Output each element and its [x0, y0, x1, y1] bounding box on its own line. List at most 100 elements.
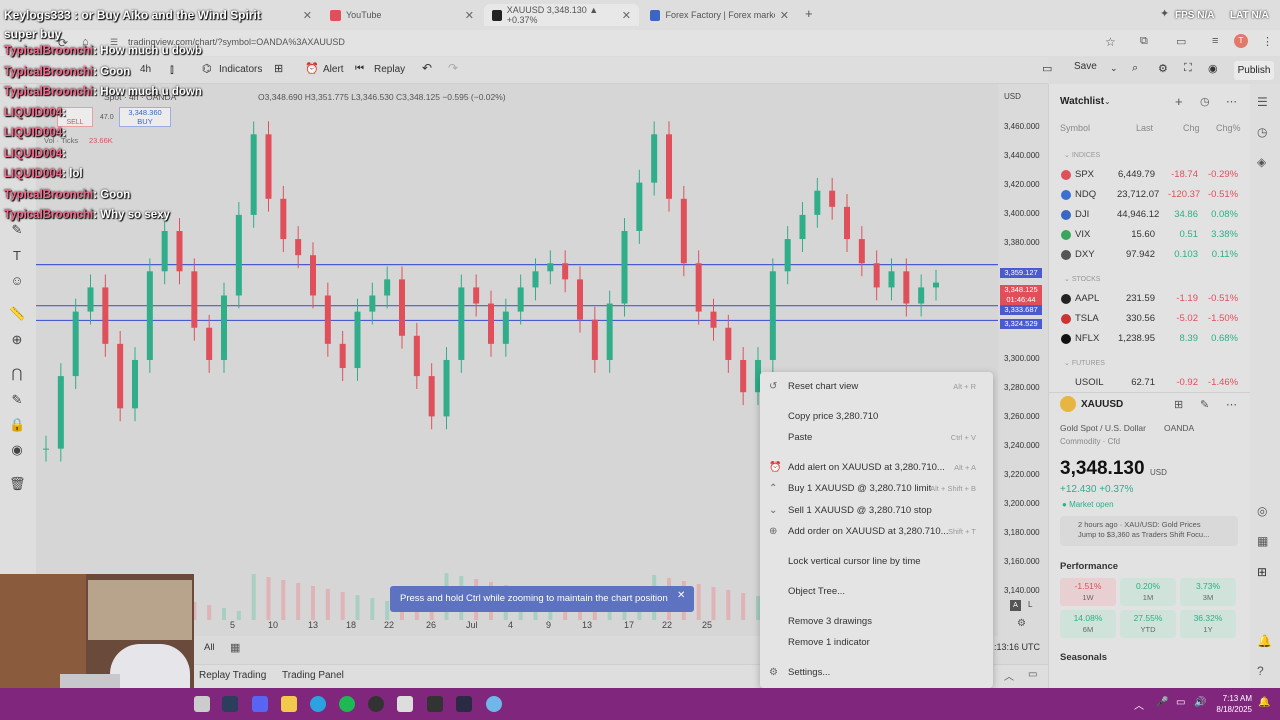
- chevron-down-icon[interactable]: ⌄: [1104, 97, 1111, 106]
- watchlist-title[interactable]: Watchlist: [1060, 96, 1104, 107]
- notifications-icon[interactable]: 🔔: [1258, 697, 1270, 708]
- replay-trading-tab[interactable]: Replay Trading: [199, 670, 266, 681]
- bell-icon[interactable]: 🔔: [1257, 634, 1272, 648]
- trash-icon[interactable]: 🗑: [9, 476, 26, 492]
- lock-drawings-icon[interactable]: ✎: [9, 392, 25, 408]
- tab-forexfactory[interactable]: Forex Factory | Forex markets f ✕: [642, 4, 797, 26]
- context-menu-item[interactable]: Add order on XAUUSD at 3,280.710... Shift…: [788, 526, 988, 537]
- target-icon[interactable]: ◎: [1257, 504, 1267, 518]
- magnet-icon[interactable]: ⋂: [9, 366, 25, 382]
- apps-grid-icon[interactable]: ⊞: [1257, 565, 1267, 579]
- brush-icon[interactable]: ✎: [9, 222, 25, 238]
- performance-tile[interactable]: -1.51% 1W: [1060, 578, 1116, 606]
- log-scale-button[interactable]: L: [1028, 600, 1032, 609]
- performance-tile[interactable]: 27.55% YTD: [1120, 610, 1176, 638]
- ruler-icon[interactable]: 📏: [9, 306, 25, 322]
- context-menu-item[interactable]: Object Tree...: [788, 586, 988, 597]
- chevron-up-icon[interactable]: ︿: [1004, 668, 1014, 683]
- chevron-up-icon[interactable]: ︿: [1134, 697, 1144, 712]
- close-icon[interactable]: ✕: [303, 9, 312, 22]
- search-icon[interactable]: ⌕: [1132, 62, 1138, 75]
- extensions-icon[interactable]: ⧉: [1140, 35, 1148, 48]
- tab-youtube[interactable]: YouTube ✕: [322, 4, 482, 26]
- context-menu-item[interactable]: Remove 1 indicator: [788, 637, 988, 648]
- emoji-icon[interactable]: ☺: [9, 273, 25, 289]
- downloads-icon[interactable]: ≡: [1212, 35, 1218, 47]
- tab-xauusd[interactable]: XAUUSD 3,348.130 ▲ +0.37% ✕: [484, 4, 639, 26]
- trading-panel-tab[interactable]: Trading Panel: [282, 670, 344, 681]
- layout-icon[interactable]: ▭: [1042, 62, 1052, 75]
- more-icon[interactable]: ⋯: [1226, 398, 1237, 411]
- context-menu-item[interactable]: Add alert on XAUUSD at 3,280.710... Alt +…: [788, 462, 988, 473]
- publish-button[interactable]: Publish: [1234, 61, 1274, 80]
- section-futures[interactable]: ⌄ FUTURES: [1064, 359, 1105, 367]
- candle-type-icon[interactable]: ⫾: [170, 62, 174, 77]
- chevron-down-icon[interactable]: ⌄: [1110, 63, 1118, 74]
- section-indices[interactable]: ⌄ INDICES: [1064, 151, 1100, 159]
- eye-icon[interactable]: ◉: [9, 442, 25, 458]
- profile-avatar[interactable]: T: [1234, 34, 1248, 48]
- app-icon[interactable]: [486, 696, 502, 712]
- performance-tile[interactable]: 14.08% 6M: [1060, 610, 1116, 638]
- layout-grid-icon[interactable]: ⊞: [1174, 398, 1183, 411]
- spotify-icon[interactable]: [339, 696, 355, 712]
- mic-icon[interactable]: 🎤: [1156, 697, 1168, 708]
- column-header-symbol[interactable]: Symbol: [1060, 123, 1090, 133]
- edit-icon[interactable]: ✎: [1200, 398, 1209, 411]
- column-header-chg-pct[interactable]: Chg%: [1216, 123, 1241, 133]
- chart-icon[interactable]: ◷: [1200, 95, 1210, 108]
- lock-icon[interactable]: 🔒: [9, 417, 25, 433]
- alert-button[interactable]: Alert: [323, 64, 344, 75]
- zoom-in-icon[interactable]: ⊕: [9, 332, 25, 348]
- obs-icon[interactable]: [368, 696, 384, 712]
- volume-icon[interactable]: 🔊: [1194, 697, 1206, 708]
- settings-app-icon[interactable]: [397, 696, 413, 712]
- sidebar-icon[interactable]: ▭: [1176, 35, 1186, 48]
- details-symbol[interactable]: XAUUSD: [1081, 399, 1123, 410]
- close-icon[interactable]: ✕: [780, 9, 789, 22]
- tradingview-app-icon[interactable]: [456, 696, 472, 712]
- watchlist-icon[interactable]: ☰: [1257, 95, 1268, 109]
- add-symbol-icon[interactable]: +: [1175, 94, 1183, 109]
- context-menu-item[interactable]: Copy price 3,280.710: [788, 411, 988, 422]
- calendar-icon[interactable]: ▦: [230, 641, 240, 654]
- redo-icon[interactable]: ↷: [448, 61, 458, 75]
- context-menu-item[interactable]: Buy 1 XAUUSD @ 3,280.710 limit Alt + Shif…: [788, 483, 988, 494]
- section-stocks[interactable]: ⌄ STOCKS: [1064, 275, 1100, 283]
- layers-icon[interactable]: ◈: [1257, 155, 1266, 169]
- close-icon[interactable]: ✕: [622, 9, 631, 22]
- save-button[interactable]: Save: [1074, 61, 1097, 72]
- details-name[interactable]: Gold Spot / U.S. Dollar: [1060, 423, 1146, 433]
- close-icon[interactable]: ✕: [465, 9, 474, 22]
- maximize-icon[interactable]: ▭: [1028, 669, 1037, 680]
- taskbar-clock[interactable]: 7:13 AM 8/18/2025: [1214, 693, 1252, 715]
- camera-icon[interactable]: ◉: [1208, 62, 1218, 75]
- gear-icon[interactable]: ⚙: [1017, 618, 1026, 629]
- interval-button[interactable]: 4h: [140, 64, 151, 75]
- app-icon[interactable]: [427, 696, 443, 712]
- performance-tile[interactable]: 3.73% 3M: [1180, 578, 1236, 606]
- context-menu-item[interactable]: Paste Ctrl + V: [788, 432, 988, 443]
- fullscreen-icon[interactable]: ⛶: [1184, 62, 1192, 75]
- steam-icon[interactable]: [222, 696, 238, 712]
- menu-icon[interactable]: ⋮: [1262, 35, 1273, 48]
- help-icon[interactable]: ?: [1257, 664, 1264, 678]
- close-icon[interactable]: ✕: [677, 590, 685, 601]
- performance-tile[interactable]: 0.20% 1M: [1120, 578, 1176, 606]
- buy-button[interactable]: 3,348.360 BUY: [119, 107, 171, 127]
- new-tab-icon[interactable]: +: [805, 6, 813, 21]
- layouts-icon[interactable]: ⊞: [274, 62, 283, 75]
- column-header-last[interactable]: Last: [1136, 123, 1153, 133]
- context-menu-item[interactable]: Remove 3 drawings: [788, 616, 988, 627]
- context-menu-item[interactable]: Sell 1 XAUUSD @ 3,280.710 stop: [788, 505, 988, 516]
- replay-button[interactable]: Replay: [374, 64, 405, 75]
- discord-icon[interactable]: [252, 696, 268, 712]
- column-header-chg[interactable]: Chg: [1183, 123, 1200, 133]
- calendar-icon[interactable]: ▦: [1257, 534, 1268, 548]
- bookmark-star-icon[interactable]: ☆: [1105, 35, 1116, 49]
- context-menu-item[interactable]: Reset chart view Alt + R: [788, 381, 988, 392]
- file-explorer-icon[interactable]: [281, 696, 297, 712]
- price-axis[interactable]: [998, 84, 1048, 664]
- more-icon[interactable]: ⋯: [1226, 95, 1237, 108]
- alerts-clock-icon[interactable]: ◷: [1257, 125, 1267, 139]
